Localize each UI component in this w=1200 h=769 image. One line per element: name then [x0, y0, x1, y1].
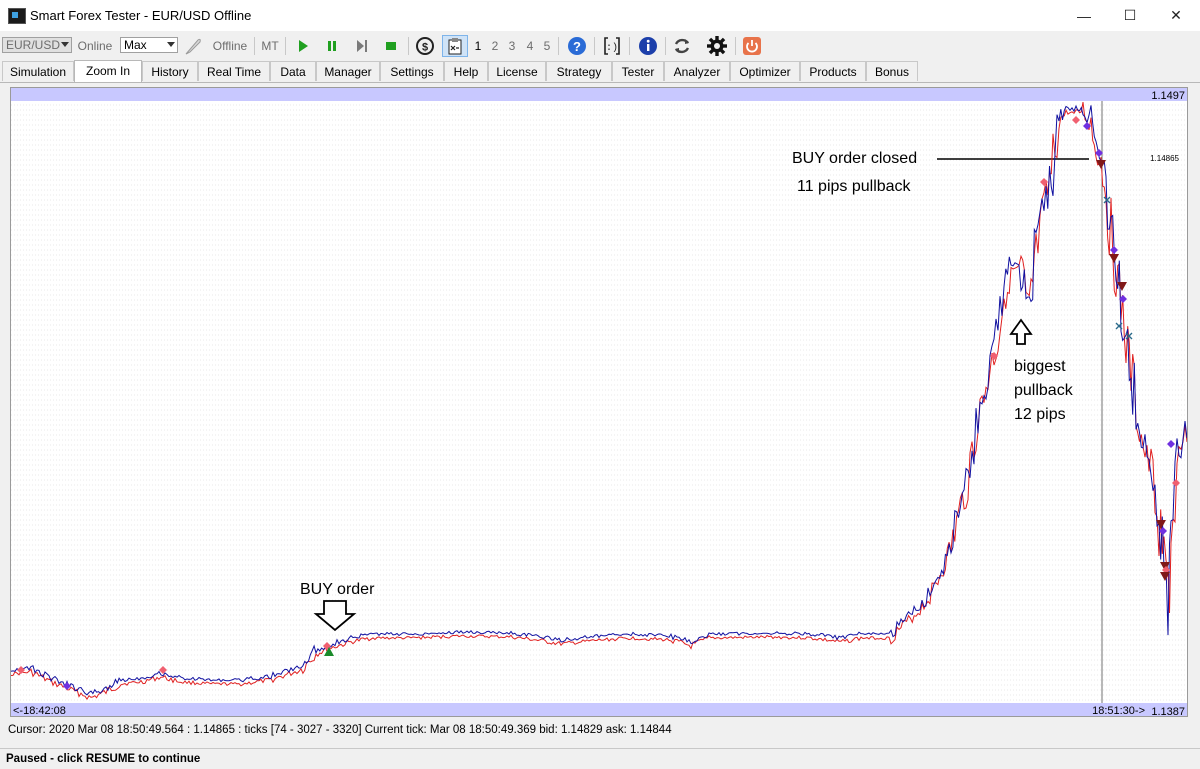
maximize-button[interactable]: ☐ — [1107, 0, 1153, 31]
window-title: Smart Forex Tester - EUR/USD Offline — [30, 8, 252, 23]
tab-real-time[interactable]: Real Time — [198, 61, 270, 81]
online-button[interactable]: Online — [76, 35, 114, 57]
time-left-label: <-18:42:08 — [13, 705, 66, 716]
info-icon[interactable] — [636, 35, 660, 57]
tab-products[interactable]: Products — [800, 61, 866, 81]
speed-step-1[interactable]: 1 — [472, 35, 484, 57]
toolbar-divider — [408, 37, 409, 55]
price-bottom-label: 1.1387 — [1151, 706, 1185, 716]
stop-icon[interactable] — [380, 35, 402, 57]
time-right-label: 18:51:30-> — [1092, 705, 1145, 716]
paused-status-line: Paused - click RESUME to continue — [6, 753, 201, 765]
toolbar: EUR/USD Online Max Offline MT $ 1 2 3 4 … — [0, 32, 1200, 60]
minimize-button[interactable]: — — [1061, 0, 1107, 31]
main-tabs: Simulation Zoom In History Real Time Dat… — [0, 60, 1200, 83]
toolbar-divider — [594, 37, 595, 55]
play-icon[interactable] — [292, 35, 314, 57]
toolbar-divider — [285, 37, 286, 55]
close-button[interactable]: ✕ — [1153, 0, 1199, 31]
buy-order-annotation: BUY order — [300, 581, 375, 598]
speed-step-5[interactable]: 5 — [541, 35, 553, 57]
speed-step-3[interactable]: 3 — [506, 35, 518, 57]
pips-12-annotation: 12 pips — [1014, 406, 1066, 423]
toolbar-divider — [735, 37, 736, 55]
help-icon[interactable]: ? — [565, 35, 589, 57]
svg-text:$: $ — [422, 42, 428, 54]
tab-strategy[interactable]: Strategy — [546, 61, 612, 81]
trade-markers — [17, 116, 1180, 690]
code-bracket-icon[interactable]: :) — [600, 35, 624, 57]
biggest-annotation: biggest — [1014, 358, 1066, 375]
tab-bonus[interactable]: Bonus — [866, 61, 918, 81]
buy-order-arrow-icon — [313, 600, 357, 632]
tab-analyzer[interactable]: Analyzer — [664, 61, 730, 81]
step-forward-icon[interactable] — [351, 35, 373, 57]
svg-text:?: ? — [573, 39, 581, 54]
speed-step-2[interactable]: 2 — [489, 35, 501, 57]
status-divider — [0, 748, 1200, 749]
sell-exit-marker — [1117, 282, 1127, 291]
symbol-select[interactable]: EUR/USD — [2, 37, 72, 53]
tab-manager[interactable]: Manager — [316, 61, 380, 81]
chart-grid — [11, 104, 1187, 701]
title-bar: Smart Forex Tester - EUR/USD Offline — ☐… — [0, 0, 1200, 31]
gear-icon[interactable] — [705, 35, 729, 57]
price-marker-label: 1.14865 — [1150, 154, 1179, 163]
tab-zoom-in[interactable]: Zoom In — [74, 60, 142, 82]
tab-optimizer[interactable]: Optimizer — [730, 61, 800, 81]
toolbar-divider — [254, 37, 255, 55]
feather-icon[interactable] — [181, 35, 205, 57]
cursor-status-line: Cursor: 2020 Mar 08 18:50:49.564 : 1.148… — [8, 724, 672, 736]
purple-diamond-marker — [1110, 246, 1118, 254]
refresh-icon[interactable] — [670, 35, 694, 57]
bid-price-line — [11, 102, 1187, 701]
tab-data[interactable]: Data — [270, 61, 316, 81]
toolbar-divider — [665, 37, 666, 55]
symbol-value: EUR/USD — [6, 38, 61, 52]
toolbar-divider — [629, 37, 630, 55]
pause-icon[interactable] — [321, 35, 343, 57]
clipboard-icon[interactable] — [442, 35, 468, 57]
chevron-down-icon — [61, 42, 69, 47]
pullback-arrow-icon — [1009, 318, 1033, 345]
toolbar-divider — [558, 37, 559, 55]
app-icon — [8, 8, 26, 24]
chart-header-band — [11, 88, 1187, 101]
pullback-annotation: pullback — [1014, 382, 1074, 399]
mt-button[interactable]: MT — [259, 35, 281, 57]
price-top-label: 1.1497 — [1151, 90, 1185, 102]
pink-diamond-marker — [1072, 116, 1080, 124]
purple-diamond-marker — [1167, 440, 1175, 448]
power-icon[interactable] — [740, 35, 764, 57]
price-chart[interactable]: 1.1497 1.1387 <-18:42:08 18:51:30-> 1.14… — [10, 87, 1188, 717]
money-cycle-icon[interactable]: $ — [413, 35, 437, 57]
tab-history[interactable]: History — [142, 61, 198, 81]
offline-button[interactable]: Offline — [210, 35, 250, 57]
speed-value: Max — [124, 38, 147, 52]
tab-settings[interactable]: Settings — [380, 61, 444, 81]
pullback-11-annotation: 11 pips pullback — [797, 178, 912, 195]
chevron-down-icon — [167, 42, 175, 47]
sell-exit-marker — [1109, 254, 1119, 263]
tab-license[interactable]: License — [488, 61, 546, 81]
speed-select[interactable]: Max — [120, 37, 178, 53]
tab-help[interactable]: Help — [444, 61, 488, 81]
tab-tester[interactable]: Tester — [612, 61, 664, 81]
chart-canvas: 1.1497 1.1387 <-18:42:08 18:51:30-> 1.14… — [11, 88, 1187, 716]
svg-text::): :) — [606, 42, 618, 54]
chart-footer-band — [11, 703, 1187, 716]
tab-simulation[interactable]: Simulation — [2, 61, 74, 81]
buy-closed-annotation: BUY order closed — [792, 150, 917, 167]
speed-step-4[interactable]: 4 — [524, 35, 536, 57]
